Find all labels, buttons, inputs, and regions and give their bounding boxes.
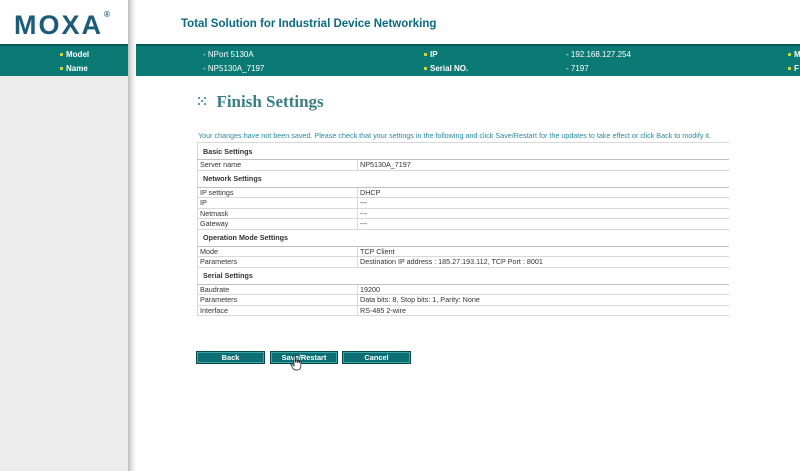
cut-off-key-2: F [788, 64, 799, 73]
save-restart-button[interactable]: Save/Restart [270, 351, 338, 364]
page-title-area: Finish Settings [198, 92, 324, 112]
section-header: Basic Settings [197, 142, 729, 160]
nport-web-console: MOXA® Total Solution for Industrial Devi… [0, 0, 800, 471]
serial-key: Serial NO. [424, 64, 468, 73]
tagline: Total Solution for Industrial Device Net… [181, 18, 437, 30]
model-value: - NPort 5130A [203, 50, 254, 59]
table-row: Netmask --- [197, 208, 729, 219]
section-header: Network Settings [197, 170, 729, 188]
table-row: Interface RS-485 2-wire [197, 305, 729, 316]
table-row: Parameters Data bits: 8, Stop bits: 1, Pa… [197, 294, 729, 306]
hand-pointer-icon [290, 355, 302, 371]
header: MOXA® Total Solution for Industrial Devi… [0, 0, 800, 44]
ip-key: IP [424, 50, 438, 59]
section-header: Serial Settings [197, 267, 729, 285]
section-header: Operation Mode Settings [197, 229, 729, 247]
table-row: Server name NP5130A_7197 [197, 159, 729, 171]
back-button[interactable]: Back [196, 351, 265, 364]
main-content: Finish Settings Your changes have not be… [136, 76, 800, 471]
navigation-sidebar[interactable] [0, 76, 128, 471]
cut-off-key-1: M [788, 50, 800, 59]
settings-summary-table: Basic Settings Server name NP5130A_7197 N… [197, 142, 729, 316]
name-key: Name [60, 64, 88, 73]
table-row: Mode TCP Client [197, 246, 729, 257]
moxa-logo: MOXA® [14, 10, 110, 40]
table-row: IP --- [197, 197, 729, 209]
dots-icon [198, 97, 208, 107]
page-title: Finish Settings [216, 92, 324, 111]
table-row: IP settings DHCP [197, 187, 729, 198]
ip-value: - 192.168.127.254 [566, 50, 631, 59]
name-value: - NP5130A_7197 [203, 64, 265, 73]
table-row: Gateway --- [197, 218, 729, 230]
table-row: Parameters Destination IP address : 185.2… [197, 256, 729, 268]
cancel-button[interactable]: Cancel [342, 351, 411, 364]
unsaved-notice: Your changes have not been saved. Please… [198, 131, 711, 140]
logo-area: MOXA® [0, 0, 136, 44]
sidebar-divider [128, 0, 136, 471]
table-row: Baudrate 19200 [197, 284, 729, 295]
serial-value: - 7197 [566, 64, 589, 73]
model-key: Model [60, 50, 89, 59]
device-info-bar: Model - NPort 5130A Name - NP5130A_7197 … [0, 44, 800, 76]
